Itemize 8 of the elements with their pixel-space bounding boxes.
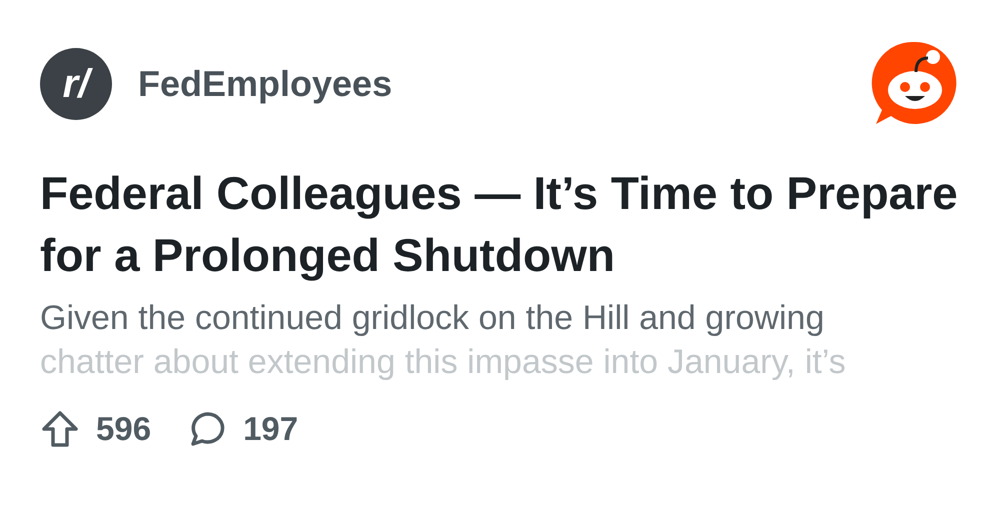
upvote-icon[interactable]	[40, 409, 80, 449]
excerpt-line: chatter about extending this impasse into January, it’s	[40, 342, 847, 383]
upvote-count: 596	[96, 410, 152, 448]
post-title: Federal Colleagues — It’s Time to Prepare for a Prolonged Shutdown	[40, 166, 959, 283]
excerpt-line: Given the continued gridlock on the Hill and growing	[40, 298, 826, 339]
subreddit-name: FedEmployees	[138, 63, 392, 105]
subreddit-avatar: r/	[40, 48, 112, 120]
comment-count: 197	[243, 410, 298, 448]
